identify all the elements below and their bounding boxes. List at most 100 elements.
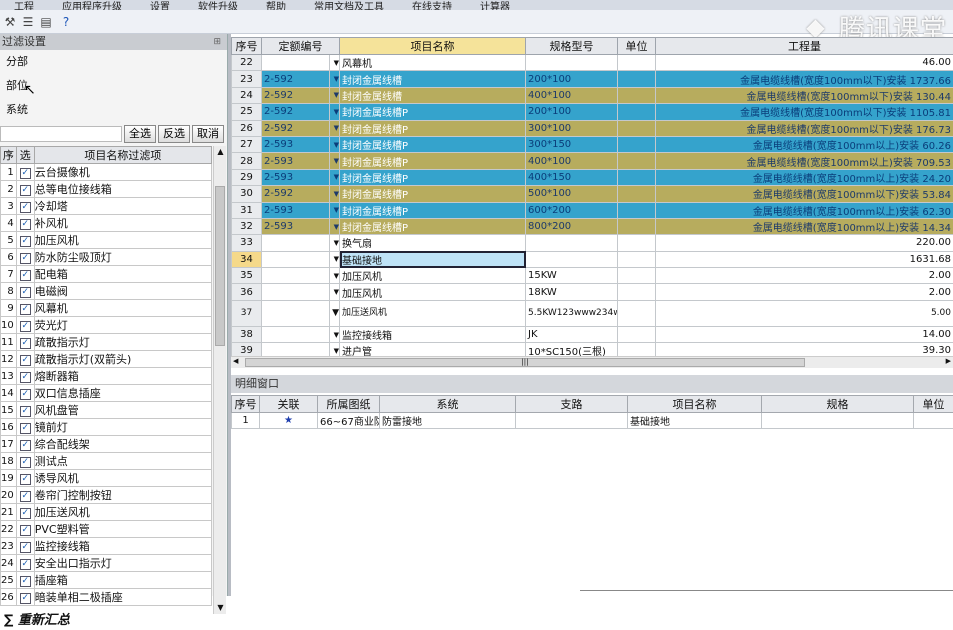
checkbox-checked-icon[interactable]: ✓ — [20, 168, 31, 179]
item-name-cell[interactable]: 加压风机 — [340, 268, 526, 284]
quota-code-cell[interactable]: 2-593 — [262, 202, 330, 218]
filter-row[interactable]: 2✓总等电位接线箱 — [1, 181, 212, 198]
item-name-cell[interactable]: 封闭金属线槽P — [340, 104, 526, 120]
spec-cell[interactable]: 300*150 — [526, 136, 618, 152]
dropdown-arrow-icon[interactable]: ▼ — [330, 169, 340, 185]
item-name-cell[interactable]: 封闭金属线槽P — [340, 186, 526, 202]
dropdown-arrow-icon[interactable]: ▼ — [330, 120, 340, 136]
col-item-name[interactable]: 项目名称 — [340, 38, 526, 55]
checkbox-checked-icon[interactable]: ✓ — [20, 593, 31, 604]
item-name-cell[interactable]: 封闭金属线槽P — [340, 120, 526, 136]
recalculate-summary-button[interactable]: ∑ 重新汇总 — [0, 612, 226, 630]
filter-row[interactable]: 24✓安全出口指示灯 — [1, 555, 212, 572]
item-name-cell[interactable]: 封闭金属线槽 — [340, 87, 526, 103]
checkbox-checked-icon[interactable]: ✓ — [20, 542, 31, 553]
col-select[interactable]: 选 — [16, 147, 34, 164]
quota-code-cell[interactable] — [262, 284, 330, 300]
unit-cell[interactable] — [618, 104, 656, 120]
table-row[interactable]: 302-592▼封闭金属线槽P500*100金属电缆线槽(宽度100mm以下)安… — [232, 186, 953, 202]
unit-cell[interactable] — [618, 136, 656, 152]
row-number[interactable]: 30 — [232, 186, 262, 202]
filter-row[interactable]: 15✓风机盘管 — [1, 402, 212, 419]
quantity-cell[interactable]: 金属电缆线槽(宽度100mm以上)安装 62.30 — [656, 202, 953, 218]
dropdown-arrow-icon[interactable]: ▼ — [330, 104, 340, 120]
item-name-cell[interactable]: 风幕机 — [340, 55, 526, 71]
filter-row[interactable]: 18✓测试点 — [1, 453, 212, 470]
filter-row[interactable]: 20✓卷帘门控制按钮 — [1, 487, 212, 504]
select-all-button[interactable]: 全选 — [124, 125, 156, 143]
quantity-cell[interactable]: 2.00 — [656, 284, 953, 300]
quantity-cell[interactable]: 金属电缆线槽(宽度100mm以下)安装 176.73 — [656, 120, 953, 136]
scroll-right-icon[interactable]: ▶ — [946, 357, 951, 365]
row-number[interactable]: 27 — [232, 136, 262, 152]
row-number[interactable]: 34 — [232, 251, 262, 267]
filter-checkbox-cell[interactable]: ✓ — [16, 436, 34, 453]
dropdown-arrow-icon[interactable]: ▼ — [330, 326, 340, 342]
quantity-cell[interactable]: 金属电缆线槽(宽度100mm以下)安装 1105.81 — [656, 104, 953, 120]
cancel-selection-button[interactable]: 取消 — [192, 125, 224, 143]
link-star-icon[interactable]: ★ — [260, 413, 318, 429]
list-icon[interactable]: ☰ — [20, 14, 36, 30]
checkbox-checked-icon[interactable]: ✓ — [20, 423, 31, 434]
spec-cell[interactable]: 5.5KW123www234www2345 — [526, 300, 618, 326]
col-filter-name[interactable]: 项目名称过滤项 — [34, 147, 211, 164]
checkbox-checked-icon[interactable]: ✓ — [20, 474, 31, 485]
row-number[interactable]: 22 — [232, 55, 262, 71]
option-division[interactable]: 分部 — [0, 50, 227, 74]
dropdown-arrow-icon[interactable]: ▼ — [330, 251, 340, 267]
filter-checkbox-cell[interactable]: ✓ — [16, 249, 34, 266]
checkbox-checked-icon[interactable]: ✓ — [20, 236, 31, 247]
quota-code-cell[interactable] — [262, 326, 330, 342]
quota-code-cell[interactable]: 2-592 — [262, 104, 330, 120]
filter-checkbox-cell[interactable]: ✓ — [16, 215, 34, 232]
checkbox-checked-icon[interactable]: ✓ — [20, 372, 31, 383]
quantity-cell[interactable]: 1631.68 — [656, 251, 953, 267]
tools-icon[interactable]: ⚒ — [2, 14, 18, 30]
quota-code-cell[interactable]: 2-592 — [262, 87, 330, 103]
filter-checkbox-cell[interactable]: ✓ — [16, 198, 34, 215]
filter-checkbox-cell[interactable]: ✓ — [16, 589, 34, 606]
scroll-thumb[interactable] — [215, 186, 225, 346]
unit-cell[interactable] — [618, 71, 656, 87]
filter-checkbox-cell[interactable]: ✓ — [16, 572, 34, 589]
table-row[interactable]: 22 ▼风幕机 46.00 — [232, 55, 953, 71]
quantity-cell[interactable]: 46.00 — [656, 55, 953, 71]
unit-cell[interactable] — [618, 251, 656, 267]
spec-cell[interactable]: 400*100 — [526, 153, 618, 169]
spec-cell[interactable]: 800*200 — [526, 218, 618, 234]
quota-code-cell[interactable] — [262, 251, 330, 267]
spec-cell[interactable]: 15KW — [526, 268, 618, 284]
dropdown-arrow-icon[interactable]: ▼ — [330, 55, 340, 71]
filter-checkbox-cell[interactable]: ✓ — [16, 419, 34, 436]
col-index[interactable]: 序 — [1, 147, 17, 164]
checkbox-checked-icon[interactable]: ✓ — [20, 440, 31, 451]
unit-cell[interactable] — [618, 268, 656, 284]
filter-checkbox-cell[interactable]: ✓ — [16, 317, 34, 334]
dropdown-arrow-icon[interactable]: ▼ — [330, 186, 340, 202]
filter-checkbox-cell[interactable]: ✓ — [16, 351, 34, 368]
filter-scrollbar[interactable]: ▲ ▼ — [213, 146, 226, 614]
filter-row[interactable]: 8✓电磁阀 — [1, 283, 212, 300]
filter-row[interactable]: 17✓综合配线架 — [1, 436, 212, 453]
row-number[interactable]: 32 — [232, 218, 262, 234]
detail-col-system[interactable]: 系统 — [380, 396, 516, 413]
checkbox-checked-icon[interactable]: ✓ — [20, 270, 31, 281]
checkbox-checked-icon[interactable]: ✓ — [20, 355, 31, 366]
quantity-cell[interactable]: 5.00 — [656, 300, 953, 326]
unit-cell[interactable] — [618, 218, 656, 234]
col-quantity[interactable]: 工程量 — [656, 38, 953, 55]
table-row[interactable]: 242-592▼封闭金属线槽400*100金属电缆线槽(宽度100mm以下)安装… — [232, 87, 953, 103]
filter-checkbox-cell[interactable]: ✓ — [16, 521, 34, 538]
row-number[interactable]: 25 — [232, 104, 262, 120]
spec-cell[interactable]: JK — [526, 326, 618, 342]
row-number[interactable]: 33 — [232, 235, 262, 251]
filter-row[interactable]: 26✓暗装单相二极插座 — [1, 589, 212, 606]
invert-selection-button[interactable]: 反选 — [158, 125, 190, 143]
filter-row[interactable]: 12✓疏散指示灯(双箭头) — [1, 351, 212, 368]
table-row[interactable]: 37▼加压送风机5.5KW123www234www23455.00 — [232, 300, 953, 326]
item-name-cell[interactable]: 封闭金属线槽P — [340, 218, 526, 234]
checkbox-checked-icon[interactable]: ✓ — [20, 406, 31, 417]
row-number[interactable]: 36 — [232, 284, 262, 300]
checkbox-checked-icon[interactable]: ✓ — [20, 304, 31, 315]
quota-code-cell[interactable]: 2-593 — [262, 136, 330, 152]
